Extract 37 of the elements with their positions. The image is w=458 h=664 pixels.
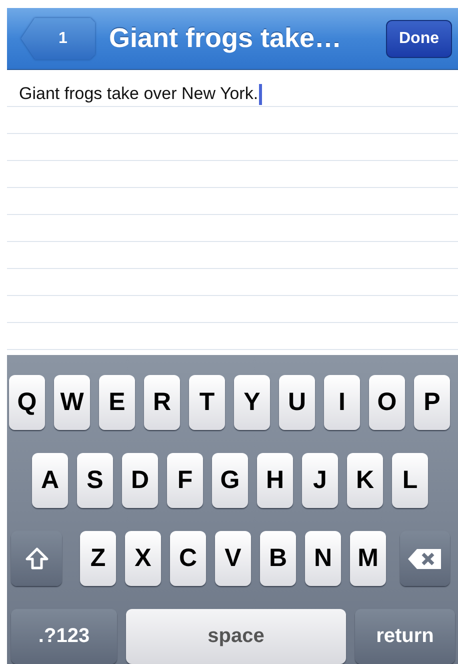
letter-key[interactable]: L — [392, 453, 428, 508]
shift-key[interactable] — [11, 531, 62, 586]
return-key[interactable]: return — [355, 609, 455, 664]
letter-key[interactable]: F — [167, 453, 203, 508]
letter-key[interactable]: I — [324, 375, 360, 430]
letter-key[interactable]: W — [54, 375, 90, 430]
letter-key[interactable]: G — [212, 453, 248, 508]
numbers-key[interactable]: .?123 — [11, 609, 117, 664]
letter-key[interactable]: K — [347, 453, 383, 508]
letter-key[interactable]: Z — [80, 531, 116, 586]
letter-key[interactable]: T — [189, 375, 225, 430]
letter-key[interactable]: M — [350, 531, 386, 586]
letter-key[interactable]: E — [99, 375, 135, 430]
letter-key[interactable]: D — [122, 453, 158, 508]
letter-key[interactable]: Y — [234, 375, 270, 430]
backspace-icon — [407, 548, 443, 570]
letter-key[interactable]: P — [414, 375, 450, 430]
shift-arrow-icon — [24, 546, 48, 570]
letter-key[interactable]: X — [125, 531, 161, 586]
letter-key[interactable]: U — [279, 375, 315, 430]
letter-key[interactable]: J — [302, 453, 338, 508]
letter-key[interactable]: C — [170, 531, 206, 586]
letter-key[interactable]: S — [77, 453, 113, 508]
letter-key[interactable]: V — [215, 531, 251, 586]
space-key[interactable]: space — [126, 609, 346, 664]
letter-key[interactable]: H — [257, 453, 293, 508]
delete-key[interactable] — [400, 531, 450, 586]
note-title: Giant frogs take… — [109, 23, 343, 54]
note-text[interactable]: Giant frogs take over New York. — [19, 80, 258, 107]
letter-key[interactable]: N — [305, 531, 341, 586]
letter-key[interactable]: B — [260, 531, 296, 586]
letter-key[interactable]: R — [144, 375, 180, 430]
letter-key[interactable]: O — [369, 375, 405, 430]
done-button[interactable]: Done — [386, 20, 452, 58]
back-button[interactable]: 1 — [21, 18, 95, 60]
letter-key[interactable]: Q — [9, 375, 45, 430]
letter-key[interactable]: A — [32, 453, 68, 508]
